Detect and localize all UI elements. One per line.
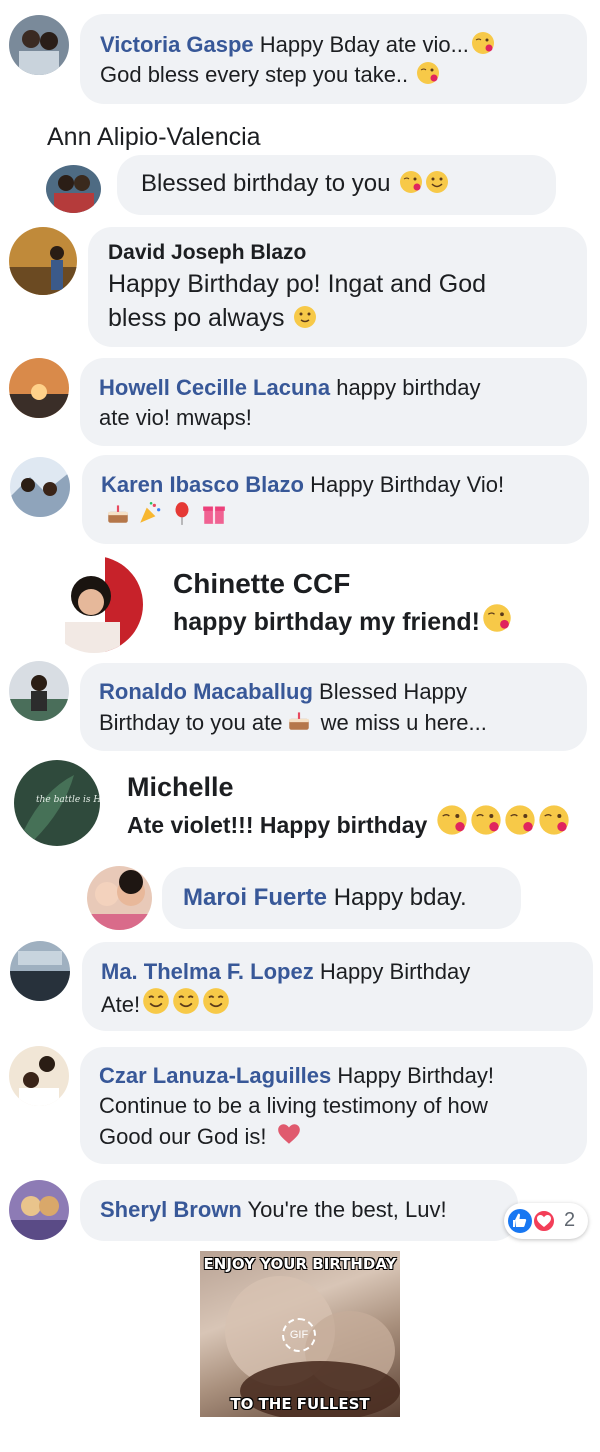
reaction-summary[interactable]: 2 xyxy=(504,1203,588,1239)
gif-top-caption: ENJOY YOUR BIRTHDAY xyxy=(203,1255,397,1273)
comment-text-line: Birthday to you ate xyxy=(99,710,283,735)
comment-text-line: Blessed Happy xyxy=(319,679,468,704)
smiling-emoji-icon xyxy=(203,988,229,1014)
avatar-czar-lanuza-laguilles[interactable] xyxy=(9,1046,69,1106)
avatar-ronaldo-macaballug[interactable] xyxy=(9,661,69,721)
balloon-icon xyxy=(175,502,189,525)
avatar-watermark: the battle is His xyxy=(36,795,100,805)
kissing-emoji-icon xyxy=(483,604,511,632)
commenter-name[interactable]: Ma. Thelma F. Lopez xyxy=(101,959,314,984)
comment-text: Happy Birthday Vio! xyxy=(310,472,505,497)
comment-text-line: bless po always xyxy=(108,304,285,332)
kissing-emoji-icon xyxy=(471,805,501,835)
comment-bubble: Maroi Fuerte Happy bday. xyxy=(162,867,521,929)
comment-bubble: Czar Lanuza-Laguilles Happy Birthday! Co… xyxy=(80,1047,587,1164)
commenter-name[interactable]: Victoria Gaspe xyxy=(100,32,254,57)
comment-text-line: happy birthday xyxy=(336,375,481,400)
commenter-name[interactable]: Howell Cecille Lacuna xyxy=(99,375,330,400)
commenter-name[interactable]: Karen Ibasco Blazo xyxy=(101,472,304,497)
comment-text: happy birthday my friend! xyxy=(173,608,480,636)
comment-bubble: Victoria Gaspe Happy Bday ate vio... God… xyxy=(80,14,587,104)
avatar-sheryl-brown[interactable] xyxy=(9,1180,69,1240)
cake-emoji-icon xyxy=(108,505,128,523)
kissing-emoji-icon xyxy=(437,805,467,835)
kissing-emoji-icon xyxy=(417,62,440,84)
kissing-emoji-icon xyxy=(539,805,569,835)
comment-text: Happy Bday ate vio... xyxy=(259,32,469,57)
commenter-name[interactable]: Sheryl Brown xyxy=(100,1197,242,1222)
smiling-emoji-icon xyxy=(173,988,199,1014)
avatar-ann-alipio-valencia[interactable] xyxy=(46,165,101,213)
like-reaction-icon xyxy=(508,1209,532,1233)
comment-bubble: Ronaldo Macaballug Blessed Happy Birthda… xyxy=(80,663,587,751)
comment-text-line: ate vio! mwaps! xyxy=(99,405,252,430)
gif-play-badge[interactable]: GIF xyxy=(282,1318,316,1352)
comment-block: Chinette CCF happy birthday my friend! xyxy=(173,566,512,642)
gift-icon xyxy=(203,506,225,524)
avatar-victoria-gaspe[interactable] xyxy=(9,15,69,75)
heart-icon xyxy=(277,1124,300,1144)
gif-attachment[interactable]: ENJOY YOUR BIRTHDAY GIF TO THE FULLEST xyxy=(200,1251,400,1417)
avatar-maroi-fuerte[interactable] xyxy=(87,866,152,930)
commenter-name[interactable]: Czar Lanuza-Laguilles xyxy=(99,1063,331,1088)
kissing-emoji-icon xyxy=(400,171,423,193)
commenter-name[interactable]: Chinette CCF xyxy=(173,566,512,602)
avatar-howell-cecille-lacuna[interactable] xyxy=(9,358,69,418)
smile-emoji-icon xyxy=(426,171,449,193)
comment-bubble: Ma. Thelma F. Lopez Happy Birthday Ate! xyxy=(82,942,593,1031)
comment-bubble: Howell Cecille Lacuna happy birthday ate… xyxy=(80,358,587,446)
party-popper-icon xyxy=(140,501,161,523)
comment-text-line: we miss u here... xyxy=(320,710,487,735)
avatar-karen-ibasco-blazo[interactable] xyxy=(10,457,70,517)
love-reaction-icon xyxy=(532,1209,556,1233)
avatar-chinette-ccf[interactable] xyxy=(45,556,143,653)
comment-text: Blessed birthday to you xyxy=(141,170,391,197)
commenter-name[interactable]: Michelle xyxy=(127,770,570,804)
comment-text-line: God bless every step you take.. xyxy=(100,62,409,87)
comment-bubble: Blessed birthday to you xyxy=(117,155,556,215)
comment-bubble: Karen Ibasco Blazo Happy Birthday Vio! xyxy=(82,455,589,544)
comment-text: Happy bday. xyxy=(333,884,467,911)
cake-emoji-icon xyxy=(289,712,310,730)
comment-text-line: Ate! xyxy=(101,992,141,1017)
comment-text-line: Continue to be a living testimony of how xyxy=(99,1093,488,1118)
comment-bubble: David Joseph Blazo Happy Birthday po! In… xyxy=(88,227,587,347)
smiling-emoji-icon xyxy=(143,988,169,1014)
commenter-name[interactable]: Ronaldo Macaballug xyxy=(99,679,313,704)
comment-text-line: Good our God is! xyxy=(99,1124,267,1149)
avatar-michelle[interactable]: the battle is His xyxy=(14,760,100,846)
reaction-count: 2 xyxy=(564,1209,576,1231)
comment-text: You're the best, Luv! xyxy=(247,1197,447,1222)
commenter-name[interactable]: Maroi Fuerte xyxy=(183,884,327,911)
comment-block: Michelle Ate violet!!! Happy birthday xyxy=(127,770,570,845)
kissing-emoji-icon xyxy=(505,805,535,835)
avatar-david-joseph-blazo[interactable] xyxy=(9,227,77,295)
comment-text-line: Happy Birthday xyxy=(319,959,471,984)
smile-emoji-icon xyxy=(294,306,317,328)
comment-text-line: Happy Birthday! xyxy=(337,1063,494,1088)
comment-bubble: Sheryl Brown You're the best, Luv! xyxy=(80,1180,518,1241)
gif-bottom-caption: TO THE FULLEST xyxy=(230,1395,370,1413)
kissing-emoji-icon xyxy=(471,32,494,54)
comment-text-line: Happy Birthday po! Ingat and God xyxy=(108,270,487,298)
avatar-ma-thelma-f-lopez[interactable] xyxy=(10,941,70,1001)
commenter-name[interactable]: Ann Alipio-Valencia xyxy=(47,123,261,152)
comment-text: Ate violet!!! Happy birthday xyxy=(127,812,428,838)
commenter-name[interactable]: David Joseph Blazo xyxy=(108,241,306,264)
